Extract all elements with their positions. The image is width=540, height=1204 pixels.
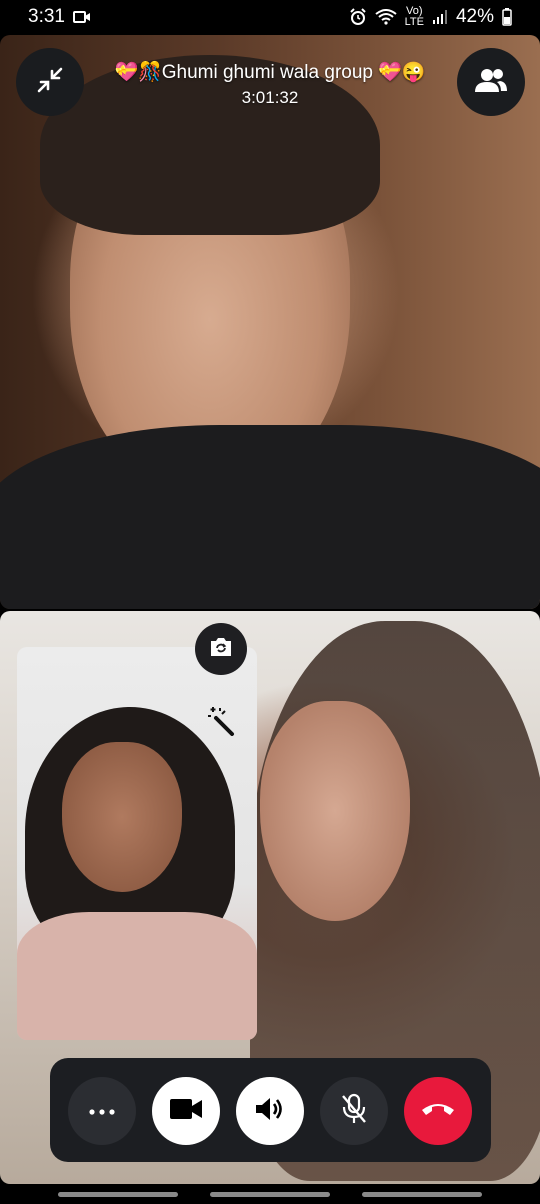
participants-icon xyxy=(474,67,508,98)
status-time: 3:31 xyxy=(28,6,65,27)
video-camera-icon xyxy=(169,1097,203,1126)
system-nav-bar xyxy=(0,1184,540,1204)
magic-wand-icon xyxy=(204,704,236,741)
participant-video-1[interactable] xyxy=(0,35,540,609)
speaker-button[interactable] xyxy=(236,1077,304,1145)
end-call-button[interactable] xyxy=(404,1077,472,1145)
status-left: 3:31 xyxy=(28,6,91,28)
minimize-button[interactable] xyxy=(16,48,84,116)
video-button[interactable] xyxy=(152,1077,220,1145)
call-controls xyxy=(50,1058,491,1162)
call-title: 💝🎊Ghumi ghumi wala group 💝😜 xyxy=(114,62,426,83)
volte-indicator: Vo) LTE xyxy=(405,6,424,28)
screen-record-icon xyxy=(72,10,91,24)
speaker-icon xyxy=(254,1095,286,1128)
more-options-button[interactable] xyxy=(68,1077,136,1145)
battery-percent: 42% xyxy=(455,6,494,27)
status-right: Vo) LTE 42% xyxy=(349,6,512,28)
participant-shirt xyxy=(0,425,540,609)
alarm-icon xyxy=(349,8,367,26)
mute-button[interactable] xyxy=(320,1077,388,1145)
call-timer: 3:01:32 xyxy=(241,88,299,107)
effects-button[interactable] xyxy=(202,704,238,740)
nav-recents-indicator[interactable] xyxy=(58,1192,178,1197)
battery-icon xyxy=(502,8,512,26)
signal-icon xyxy=(432,9,448,25)
camera-flip-button[interactable] xyxy=(195,623,247,675)
nav-back-indicator[interactable] xyxy=(362,1192,482,1197)
self-shirt xyxy=(17,912,257,1040)
mic-off-icon xyxy=(340,1093,368,1130)
volte-bottom: LTE xyxy=(404,16,424,28)
participant-face xyxy=(260,701,410,921)
status-bar: 3:31 Vo) LTE 42% xyxy=(0,0,540,34)
camera-flip-icon xyxy=(208,636,234,663)
end-call-icon xyxy=(420,1101,456,1122)
nav-home-indicator[interactable] xyxy=(210,1192,330,1197)
wifi-icon xyxy=(374,9,397,25)
participants-button[interactable] xyxy=(457,48,525,116)
minimize-icon xyxy=(35,65,65,100)
self-face xyxy=(62,742,182,892)
more-icon xyxy=(89,1102,115,1120)
